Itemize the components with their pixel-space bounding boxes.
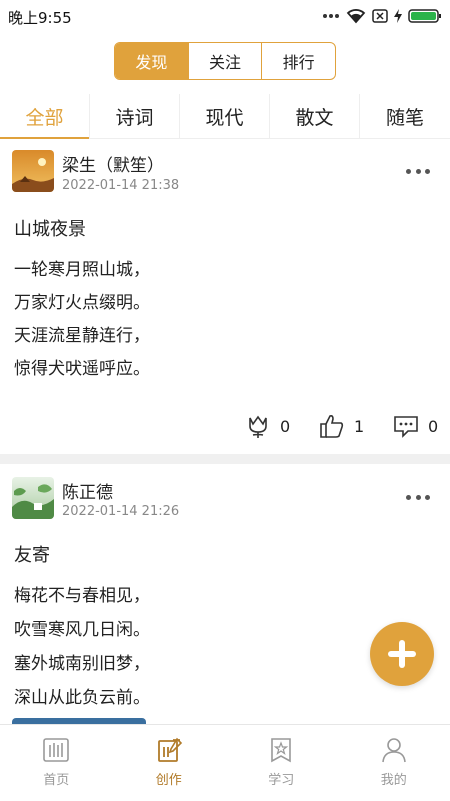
status-icons bbox=[322, 6, 442, 26]
poem-line: 梅花不与春相见， bbox=[14, 581, 150, 606]
more-options-icon[interactable] bbox=[406, 492, 430, 502]
like-count: 1 bbox=[354, 417, 364, 436]
segment-discover[interactable]: 发现 bbox=[115, 43, 189, 79]
more-options-icon[interactable] bbox=[406, 166, 430, 176]
plus-icon bbox=[385, 637, 419, 671]
like-action[interactable]: 1 bbox=[318, 412, 364, 440]
create-post-button[interactable] bbox=[370, 622, 434, 686]
status-time: 晚上9:55 bbox=[8, 7, 72, 28]
tab-all[interactable]: 全部 bbox=[0, 94, 90, 138]
post-card[interactable]: 陈正德 2022-01-14 21:26 友寄 梅花不与春相见， 吹雪寒风几日闲… bbox=[0, 464, 450, 724]
bottom-navigation: 首页 创作 学习 我的 bbox=[0, 724, 450, 801]
poem-line: 一轮寒月照山城， bbox=[14, 255, 150, 280]
segment-follow[interactable]: 关注 bbox=[189, 43, 263, 79]
post-divider bbox=[0, 454, 450, 464]
category-tabs: 全部 诗词 现代 散文 随笔 bbox=[0, 94, 450, 139]
tab-poetry[interactable]: 诗词 bbox=[90, 94, 180, 138]
tab-modern[interactable]: 现代 bbox=[180, 94, 270, 138]
nav-home[interactable]: 首页 bbox=[0, 725, 113, 801]
poem-line: 深山从此负云前。 bbox=[14, 683, 150, 708]
create-icon bbox=[155, 737, 183, 763]
nav-create-label: 创作 bbox=[156, 769, 182, 788]
tulip-icon bbox=[244, 412, 272, 440]
tab-essay[interactable]: 随笔 bbox=[360, 94, 450, 138]
nav-study-label: 学习 bbox=[268, 769, 294, 788]
post-card[interactable]: 梁生（默笙） 2022-01-14 21:38 山城夜景 一轮寒月照山城， 万家… bbox=[0, 139, 450, 454]
segment-ranking[interactable]: 排行 bbox=[262, 43, 335, 79]
avatar[interactable] bbox=[12, 477, 54, 519]
comment-icon bbox=[392, 412, 420, 440]
battery-icon bbox=[408, 8, 442, 24]
poem-line: 吹雪寒风几日闲。 bbox=[14, 615, 150, 640]
author-name[interactable]: 梁生（默笙） bbox=[62, 151, 164, 176]
status-bar: 晚上9:55 bbox=[0, 0, 450, 32]
charging-icon bbox=[394, 9, 402, 23]
poem-title: 山城夜景 bbox=[14, 215, 86, 241]
nav-create[interactable]: 创作 bbox=[113, 725, 226, 801]
author-name[interactable]: 陈正德 bbox=[62, 478, 113, 503]
poem-line: 惊得犬吠遥呼应。 bbox=[14, 354, 150, 379]
post-date: 2022-01-14 21:26 bbox=[62, 504, 179, 519]
poem-line: 塞外城南别旧梦， bbox=[14, 649, 150, 674]
user-icon bbox=[380, 737, 408, 763]
thumbs-up-icon bbox=[318, 412, 346, 440]
nav-study[interactable]: 学习 bbox=[225, 725, 338, 801]
wifi-icon bbox=[346, 8, 366, 24]
avatar[interactable] bbox=[12, 150, 54, 192]
flower-count: 0 bbox=[280, 417, 290, 436]
nav-me[interactable]: 我的 bbox=[338, 725, 450, 801]
post-date: 2022-01-14 21:38 bbox=[62, 178, 179, 193]
nav-home-label: 首页 bbox=[43, 769, 69, 788]
poem-line: 万家灯火点缀明。 bbox=[14, 288, 150, 313]
flower-action[interactable]: 0 bbox=[244, 412, 290, 440]
signal-dots-icon bbox=[322, 13, 340, 19]
poem-title: 友寄 bbox=[14, 541, 50, 567]
home-icon bbox=[42, 737, 70, 763]
top-segment-control: 发现 关注 排行 bbox=[114, 42, 336, 80]
nav-me-label: 我的 bbox=[381, 769, 407, 788]
bookmark-star-icon bbox=[267, 737, 295, 763]
poem-line: 天涯流星静连行， bbox=[14, 321, 150, 346]
comment-action[interactable]: 0 bbox=[392, 412, 438, 440]
sim-off-icon bbox=[372, 8, 388, 24]
comment-count: 0 bbox=[428, 417, 438, 436]
tab-prose[interactable]: 散文 bbox=[270, 94, 360, 138]
